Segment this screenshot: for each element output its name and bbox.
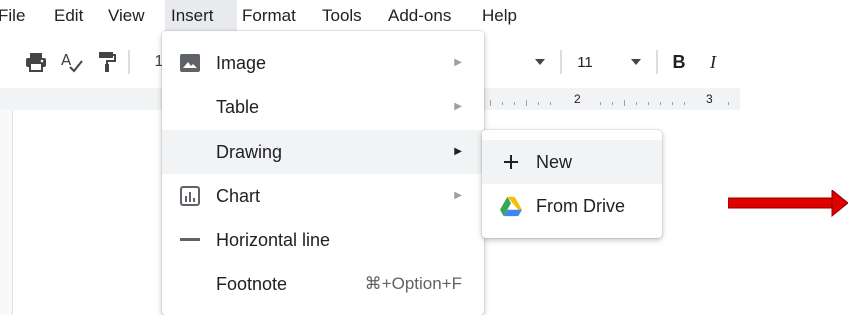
chevron-down-icon[interactable] xyxy=(530,42,550,82)
menu-edit[interactable]: Edit xyxy=(48,0,89,32)
submenu-arrow-icon: ▶ xyxy=(454,190,462,201)
menu-item-label: Table xyxy=(216,97,260,117)
spellcheck-icon[interactable]: A xyxy=(60,42,84,82)
image-icon xyxy=(180,53,200,73)
toolbar-divider xyxy=(656,50,658,74)
submenu-item-from-drive[interactable]: From Drive xyxy=(482,184,662,228)
menu-item-label: Horizontal line xyxy=(216,230,331,250)
submenu-arrow-icon: ▶ xyxy=(454,101,462,112)
ruler-mark: 3 xyxy=(706,92,713,106)
google-drive-icon xyxy=(500,196,522,216)
insert-menu: Image ▶ Table ▶ Drawing ▶ Chart ▶ Horizo… xyxy=(162,31,484,315)
horizontal-line-icon xyxy=(180,230,200,250)
red-arrow-annotation xyxy=(727,188,848,220)
menu-bar: File Edit View Insert Format Tools Add-o… xyxy=(0,0,740,34)
menu-help[interactable]: Help xyxy=(476,0,523,32)
toolbar-divider xyxy=(560,50,562,74)
svg-text:A: A xyxy=(61,51,72,69)
italic-button[interactable]: I xyxy=(702,42,724,82)
drawing-submenu: New From Drive xyxy=(482,130,662,238)
submenu-arrow-icon: ▶ xyxy=(454,57,462,68)
submenu-arrow-icon: ▶ xyxy=(454,146,462,157)
menu-view[interactable]: View xyxy=(102,0,151,32)
ruler: 2 3 xyxy=(484,92,740,110)
menu-item-chart[interactable]: Chart ▶ xyxy=(162,174,484,218)
bold-button[interactable]: B xyxy=(668,42,690,82)
chart-icon xyxy=(180,186,200,206)
toolbar-divider xyxy=(128,50,130,74)
menu-item-image[interactable]: Image ▶ xyxy=(162,41,484,85)
font-size-value[interactable]: 11 xyxy=(574,42,596,82)
menu-item-horizontal-line[interactable]: Horizontal line xyxy=(162,218,484,262)
menu-insert[interactable]: Insert xyxy=(165,0,237,32)
plus-icon xyxy=(500,152,522,172)
submenu-item-new[interactable]: New xyxy=(482,140,662,184)
menu-item-table[interactable]: Table ▶ xyxy=(162,85,484,129)
menu-item-label: Chart xyxy=(216,186,261,206)
menu-item-drawing[interactable]: Drawing ▶ xyxy=(162,130,484,174)
menu-format[interactable]: Format xyxy=(236,0,302,32)
menu-item-footnote[interactable]: Footnote ⌘+Option+F xyxy=(162,262,484,306)
font-size-dropdown-icon[interactable] xyxy=(626,42,646,82)
ruler-mark: 2 xyxy=(574,92,581,106)
print-icon[interactable] xyxy=(24,42,48,82)
menu-item-label: Image xyxy=(216,53,267,73)
menu-item-label: Footnote xyxy=(216,274,288,294)
keyboard-shortcut: ⌘+Option+F xyxy=(364,274,462,293)
paint-format-icon[interactable] xyxy=(96,42,118,82)
menu-file[interactable]: File xyxy=(0,0,31,32)
menu-tools[interactable]: Tools xyxy=(316,0,368,32)
ruler-ticks xyxy=(490,100,729,106)
menu-item-label: Drawing xyxy=(216,142,283,162)
submenu-item-label: New xyxy=(536,152,573,172)
menu-add-ons[interactable]: Add-ons xyxy=(382,0,457,32)
submenu-item-label: From Drive xyxy=(536,196,625,216)
